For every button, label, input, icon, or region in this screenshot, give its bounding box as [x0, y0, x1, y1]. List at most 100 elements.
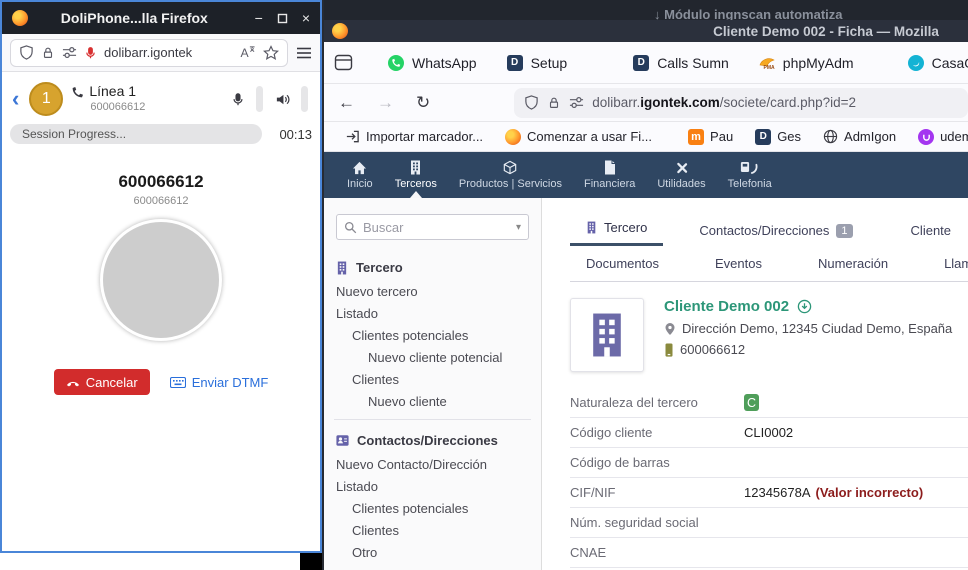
casaos-icon — [908, 55, 924, 71]
send-dtmf-link[interactable]: Enviar DTMF — [170, 375, 269, 390]
whatsapp-icon — [388, 55, 404, 71]
back-button[interactable]: ← — [338, 93, 355, 113]
back-chevron-icon[interactable]: ‹ — [10, 88, 21, 110]
sidebar-item-nuevo-tercero[interactable]: Nuevo tercero — [324, 280, 541, 302]
firefox-icon — [505, 129, 521, 145]
client-address-row: Dirección Demo, 12345 Ciudad Demo, Españ… — [664, 321, 952, 336]
restore-button[interactable] — [277, 13, 288, 24]
url-bar[interactable]: dolibarr.igontek A — [10, 39, 288, 67]
telephony-icon — [740, 160, 760, 175]
tab-setup[interactable]: D Setup — [492, 46, 583, 80]
menu-terceros[interactable]: Terceros — [384, 152, 448, 198]
url-text[interactable]: dolibarr.igontek — [104, 45, 233, 60]
url-bar[interactable]: dolibarr.igontek.com/societe/card.php?id… — [514, 88, 968, 118]
menu-productos-servicios[interactable]: Productos | Servicios — [448, 152, 573, 198]
sidebar-item-listado[interactable]: Listado — [324, 302, 541, 324]
sidebar-item-clientes-potenciales[interactable]: Clientes potenciales — [324, 324, 541, 346]
shield-icon[interactable] — [19, 45, 34, 60]
bookmark-import[interactable]: Importar marcador... — [334, 129, 494, 144]
subtab-numeracion[interactable]: Numeración — [802, 256, 904, 281]
line-label: Línea 1 — [89, 83, 136, 101]
bookmark-admigon[interactable]: AdmIgon — [812, 129, 907, 144]
building-icon — [336, 261, 348, 275]
menu-inicio[interactable]: Inicio — [336, 152, 384, 198]
mic-volume-slider[interactable] — [256, 86, 263, 112]
bookmark-star-icon[interactable] — [263, 45, 279, 61]
map-pin-icon — [664, 322, 676, 336]
sidebar-item-contactos-otro[interactable]: Otro — [324, 541, 541, 563]
sidebar-item-nuevo-cliente-potencial[interactable]: Nuevo cliente potencial — [324, 346, 541, 368]
minimize-button[interactable]: − — [255, 11, 263, 25]
lock-icon[interactable] — [547, 96, 561, 110]
moodle-icon: m — [688, 129, 704, 145]
menu-telefonia[interactable]: Telefonia — [717, 152, 783, 198]
tab-casaos[interactable]: CasaOS — [893, 46, 968, 80]
reload-button[interactable]: ↻ — [416, 93, 430, 113]
keyboard-icon — [170, 377, 186, 388]
speaker-volume-slider[interactable] — [301, 86, 308, 112]
client-phone[interactable]: 600066612 — [680, 342, 745, 357]
building-large-icon — [587, 312, 627, 358]
menu-financiera[interactable]: Financiera — [573, 152, 646, 198]
browser-titlebar[interactable]: Cliente Demo 002 - Ficha — Mozilla — [324, 20, 968, 42]
forward-button[interactable]: → — [377, 93, 394, 113]
bookmark-getting-started[interactable]: Comenzar a usar Fi... — [494, 129, 663, 145]
svg-text:PMA: PMA — [763, 65, 775, 70]
speaker-icon[interactable] — [275, 92, 290, 107]
translate-icon[interactable]: A — [240, 45, 256, 60]
import-icon — [345, 129, 360, 144]
call-status-row: Session Progress... 00:13 — [2, 120, 320, 144]
menu-utilidades[interactable]: Utilidades — [646, 152, 716, 198]
bookmark-ges[interactable]: D Ges — [744, 129, 812, 145]
udemy-icon — [918, 129, 934, 145]
tab-cliente[interactable]: Cliente — [895, 223, 967, 246]
permissions-icon[interactable] — [62, 45, 77, 60]
search-caret-icon[interactable]: ▾ — [516, 222, 521, 233]
tab-contactos-direcciones[interactable]: Contactos/Direcciones 1 — [683, 223, 868, 246]
callee-number-big: 600066612 — [2, 172, 320, 192]
client-name: Cliente Demo 002 — [664, 298, 789, 315]
card-tabs: Tercero Contactos/Direcciones 1 Cliente … — [570, 220, 968, 246]
search-input[interactable] — [363, 220, 510, 235]
microphone-permission-icon[interactable] — [84, 46, 97, 60]
table-row: Núm. seguridad social — [570, 508, 968, 538]
sidebar-item-nuevo-contacto[interactable]: Nuevo Contacto/Dirección — [324, 453, 541, 475]
doliphone-url-row: dolibarr.igontek A — [2, 34, 320, 72]
table-row: Código de barras — [570, 448, 968, 478]
subtab-llamadas[interactable]: Llamadas — [928, 256, 968, 281]
send-dtmf-label: Enviar DTMF — [192, 375, 269, 390]
shield-icon[interactable] — [524, 95, 539, 110]
doliphone-window-title: DoliPhone...lla Firefox — [28, 10, 241, 26]
mic-icon[interactable] — [231, 92, 245, 107]
bookmark-udemy[interactable]: udemy — [907, 129, 968, 145]
tab-whatsapp[interactable]: WhatsApp — [373, 46, 492, 80]
tab-tercero[interactable]: Tercero — [570, 220, 663, 246]
doliphone-titlebar[interactable]: DoliPhone...lla Firefox − × — [2, 2, 320, 34]
tab-calls-summary[interactable]: D Calls Sumn — [618, 46, 744, 80]
permissions-icon[interactable] — [569, 95, 584, 110]
sidebar-item-nuevo-cliente[interactable]: Nuevo cliente — [324, 390, 541, 412]
bookmark-pau[interactable]: m Pau — [677, 129, 744, 145]
expand-circle-icon[interactable] — [797, 299, 812, 314]
table-row: CNAE — [570, 538, 968, 568]
contacts-count-badge: 1 — [836, 224, 852, 238]
sidebar-section-contactos: Contactos/Direcciones — [324, 427, 541, 453]
subtab-documentos[interactable]: Documentos — [570, 256, 675, 281]
menu-hamburger-icon[interactable] — [296, 46, 312, 60]
close-button[interactable]: × — [302, 11, 310, 25]
table-row: CIF/NIF 12345678A (Valor incorrecto) — [570, 478, 968, 508]
sidebar-item-listado-contactos[interactable]: Listado — [324, 475, 541, 497]
sidebar-item-contactos-clientes[interactable]: Clientes — [324, 519, 541, 541]
tab-phpmyadmin[interactable]: PMA phpMyAdm — [744, 46, 869, 80]
url-text[interactable]: dolibarr.igontek.com/societe/card.php?id… — [592, 95, 856, 110]
browser-nav-bar: ← → ↻ dolibarr.igontek.com/societe/card.… — [324, 84, 968, 122]
document-icon — [604, 160, 616, 175]
sidebar-item-contactos-clientes-potenciales[interactable]: Clientes potenciales — [324, 497, 541, 519]
subtab-eventos[interactable]: Eventos — [699, 256, 778, 281]
firefox-view-icon[interactable] — [334, 54, 353, 71]
sidebar-search-box[interactable]: ▾ — [336, 214, 529, 240]
sidebar-item-clientes[interactable]: Clientes — [324, 368, 541, 390]
lock-icon[interactable] — [41, 46, 55, 60]
dolibarr-sidebar: ▾ Tercero Nuevo tercero Listado Clientes… — [324, 198, 542, 570]
cancel-call-button[interactable]: Cancelar — [54, 369, 150, 395]
